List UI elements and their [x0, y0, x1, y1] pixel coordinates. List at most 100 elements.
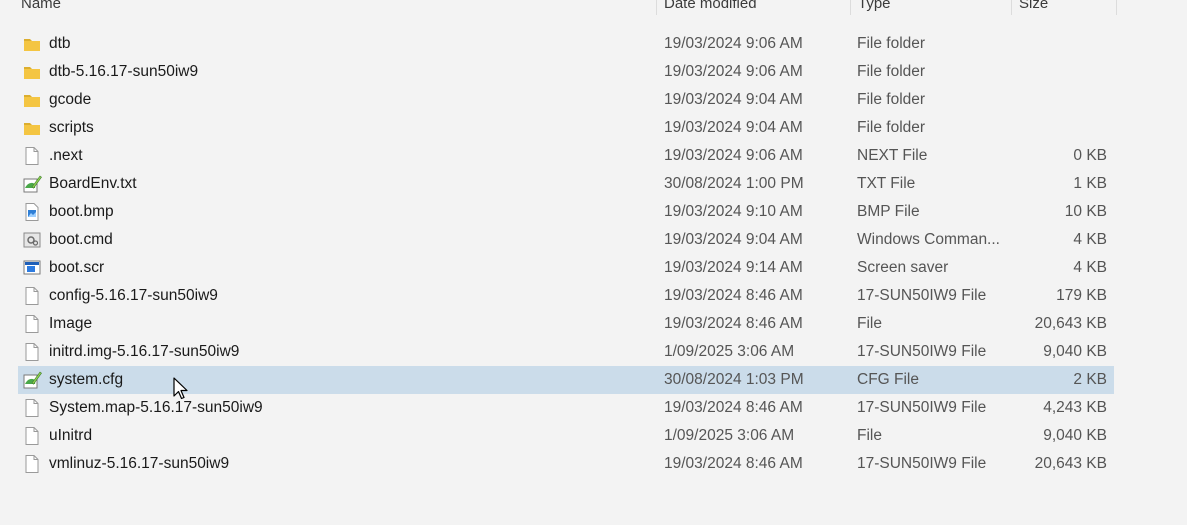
file-date-modified: 1/09/2025 3:06 AM: [664, 343, 795, 360]
file-date-modified: 19/03/2024 8:46 AM: [664, 399, 803, 416]
blank-file-icon: [22, 426, 42, 446]
file-date-modified: 19/03/2024 9:04 AM: [664, 231, 803, 248]
file-size: 20,643 KB: [1034, 455, 1107, 472]
mouse-cursor-icon: [173, 377, 188, 400]
file-size: 4 KB: [1073, 231, 1107, 248]
file-type: 17-SUN50IW9 File: [857, 455, 987, 472]
file-type: File folder: [857, 119, 926, 136]
folder-icon: [22, 90, 42, 110]
blank-file-icon: [22, 454, 42, 474]
file-name: initrd.img-5.16.17-sun50iw9: [49, 343, 240, 360]
file-size: 20,643 KB: [1034, 315, 1107, 332]
image-file-icon: [22, 202, 42, 222]
file-type: 17-SUN50IW9 File: [857, 399, 987, 416]
screensaver-file-icon: [22, 258, 42, 278]
file-row[interactable]: gcode 19/03/2024 9:04 AM File folder: [18, 86, 1114, 114]
file-date-modified: 19/03/2024 9:06 AM: [664, 147, 803, 164]
file-date-modified: 30/08/2024 1:03 PM: [664, 371, 804, 388]
file-name: boot.bmp: [49, 203, 114, 220]
column-type-header[interactable]: Type: [850, 0, 1010, 15]
file-type: NEXT File: [857, 147, 928, 164]
file-type: Screen saver: [857, 259, 949, 276]
file-date-modified: 19/03/2024 9:04 AM: [664, 119, 803, 136]
file-type: 17-SUN50IW9 File: [857, 287, 987, 304]
file-date-modified: 30/08/2024 1:00 PM: [664, 175, 804, 192]
file-size: 4,243 KB: [1043, 399, 1107, 416]
column-header: Name Date modified Type Size: [0, 0, 1120, 15]
file-size: [1015, 58, 1107, 86]
text-editor-file-icon: [22, 174, 42, 194]
column-name-header[interactable]: Name: [21, 0, 651, 15]
file-row[interactable]: boot.scr 19/03/2024 9:14 AM Screen saver 4 …: [18, 254, 1114, 282]
file-type: CFG File: [857, 371, 919, 388]
file-date-modified: 19/03/2024 8:46 AM: [664, 455, 803, 472]
file-name: uInitrd: [49, 427, 93, 444]
file-name: system.cfg: [49, 371, 124, 388]
file-row[interactable]: initrd.img-5.16.17-sun50iw9 1/09/2025 3:0…: [18, 338, 1114, 366]
file-size: 0 KB: [1073, 147, 1107, 164]
file-date-modified: 19/03/2024 9:06 AM: [664, 35, 803, 52]
folder-icon: [22, 62, 42, 82]
file-name: Image: [49, 315, 93, 332]
file-name: dtb: [49, 35, 71, 52]
file-name: gcode: [49, 91, 92, 108]
file-size: [1015, 30, 1107, 58]
file-row[interactable]: BoardEnv.txt 30/08/2024 1:00 PM TXT File 1 …: [18, 170, 1114, 198]
folder-icon: [22, 118, 42, 138]
column-size-header[interactable]: Size: [1011, 0, 1117, 15]
folder-icon: [22, 34, 42, 54]
file-row[interactable]: scripts 19/03/2024 9:04 AM File folder: [18, 114, 1114, 142]
file-row[interactable]: uInitrd 1/09/2025 3:06 AM File 9,040 KB: [18, 422, 1114, 450]
file-type: File folder: [857, 35, 926, 52]
file-row[interactable]: boot.bmp 19/03/2024 9:10 AM BMP File 10 KB: [18, 198, 1114, 226]
file-size: 1 KB: [1073, 175, 1107, 192]
file-type: Windows Comman...: [857, 231, 1000, 248]
file-type: File folder: [857, 91, 926, 108]
command-file-icon: [22, 230, 42, 250]
file-date-modified: 19/03/2024 8:46 AM: [664, 315, 803, 332]
file-type: File folder: [857, 63, 926, 80]
file-type: 17-SUN50IW9 File: [857, 343, 987, 360]
file-size: [1015, 114, 1107, 142]
file-row[interactable]: dtb 19/03/2024 9:06 AM File folder: [18, 30, 1114, 58]
file-type: TXT File: [857, 175, 916, 192]
file-name: vmlinuz-5.16.17-sun50iw9: [49, 455, 230, 472]
file-name: boot.scr: [49, 259, 105, 276]
file-name: dtb-5.16.17-sun50iw9: [49, 63, 199, 80]
file-size: [1015, 86, 1107, 114]
file-type: File: [857, 315, 882, 332]
file-row[interactable]: dtb-5.16.17-sun50iw9 19/03/2024 9:06 AM Fi…: [18, 58, 1114, 86]
file-size: 10 KB: [1064, 203, 1107, 220]
file-date-modified: 19/03/2024 9:14 AM: [664, 259, 803, 276]
file-name: .next: [49, 147, 83, 164]
file-date-modified: 19/03/2024 8:46 AM: [664, 287, 803, 304]
file-size: 9,040 KB: [1043, 343, 1107, 360]
file-row[interactable]: .next 19/03/2024 9:06 AM NEXT File 0 KB: [18, 142, 1114, 170]
file-type: File: [857, 427, 882, 444]
file-date-modified: 19/03/2024 9:06 AM: [664, 63, 803, 80]
file-list: Name Date modified Type Size dtb 19/03/20…: [0, 0, 1120, 525]
file-name: BoardEnv.txt: [49, 175, 137, 192]
blank-file-icon: [22, 146, 42, 166]
file-name: scripts: [49, 119, 94, 136]
file-type: BMP File: [857, 203, 920, 220]
file-name: config-5.16.17-sun50iw9: [49, 287, 218, 304]
text-editor-file-icon: [22, 370, 42, 390]
file-size: 4 KB: [1073, 259, 1107, 276]
blank-file-icon: [22, 398, 42, 418]
file-size: 2 KB: [1073, 371, 1107, 388]
column-date-modified-header[interactable]: Date modified: [656, 0, 848, 15]
file-row[interactable]: config-5.16.17-sun50iw9 19/03/2024 8:46 A…: [18, 282, 1114, 310]
blank-file-icon: [22, 342, 42, 362]
file-name: System.map-5.16.17-sun50iw9: [49, 399, 263, 416]
file-size: 9,040 KB: [1043, 427, 1107, 444]
file-row[interactable]: Image 19/03/2024 8:46 AM File 20,643 KB: [18, 310, 1114, 338]
file-size: 179 KB: [1056, 287, 1107, 304]
blank-file-icon: [22, 314, 42, 334]
file-date-modified: 19/03/2024 9:10 AM: [664, 203, 803, 220]
file-name: boot.cmd: [49, 231, 113, 248]
file-row[interactable]: boot.cmd 19/03/2024 9:04 AM Windows Comman…: [18, 226, 1114, 254]
file-date-modified: 19/03/2024 9:04 AM: [664, 91, 803, 108]
file-row[interactable]: vmlinuz-5.16.17-sun50iw9 19/03/2024 8:46 …: [18, 450, 1114, 478]
blank-file-icon: [22, 286, 42, 306]
